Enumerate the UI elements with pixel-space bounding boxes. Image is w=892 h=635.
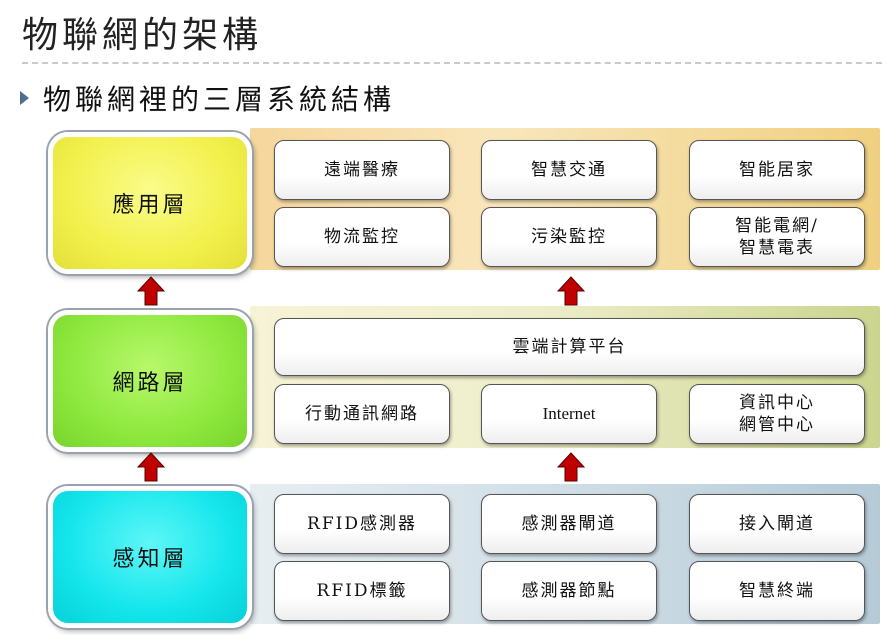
bullet-item: 物聯網裡的三層系統結構 (20, 78, 395, 118)
up-arrow-icon (137, 452, 165, 482)
node-mobile-network: 行動通訊網路 (274, 384, 450, 444)
page-title: 物聯網的架構 (22, 15, 263, 56)
title-divider (22, 62, 882, 64)
bullet-triangle-icon (20, 91, 29, 105)
bullet-text: 物聯網裡的三層系統結構 (43, 83, 396, 116)
node-remote-medical: 遠端醫療 (274, 140, 450, 200)
node-rfid-tag: RFID標籤 (274, 561, 450, 621)
network-layer-box: 網路層 (48, 310, 252, 452)
node-access-gateway: 接入閘道 (689, 494, 865, 554)
node-smart-grid-meter: 智能電網/ 智慧電表 (689, 207, 865, 267)
node-sensor-node: 感測器節點 (481, 561, 657, 621)
node-smart-terminal: 智慧終端 (689, 561, 865, 621)
node-internet: Internet (481, 384, 657, 444)
application-layer-box: 應用層 (48, 132, 252, 274)
up-arrow-icon (137, 276, 165, 306)
node-cloud-platform: 雲端計算平台 (274, 318, 865, 376)
node-pollution-monitoring: 污染監控 (481, 207, 657, 267)
node-info-center: 資訊中心 網管中心 (689, 384, 865, 444)
node-smart-traffic: 智慧交通 (481, 140, 657, 200)
up-arrow-icon (557, 276, 585, 306)
node-rfid-sensor: RFID感測器 (274, 494, 450, 554)
node-logistics-monitoring: 物流監控 (274, 207, 450, 267)
node-smart-home: 智能居家 (689, 140, 865, 200)
perception-layer-box: 感知層 (48, 486, 252, 628)
node-sensor-gateway: 感測器閘道 (481, 494, 657, 554)
up-arrow-icon (557, 452, 585, 482)
